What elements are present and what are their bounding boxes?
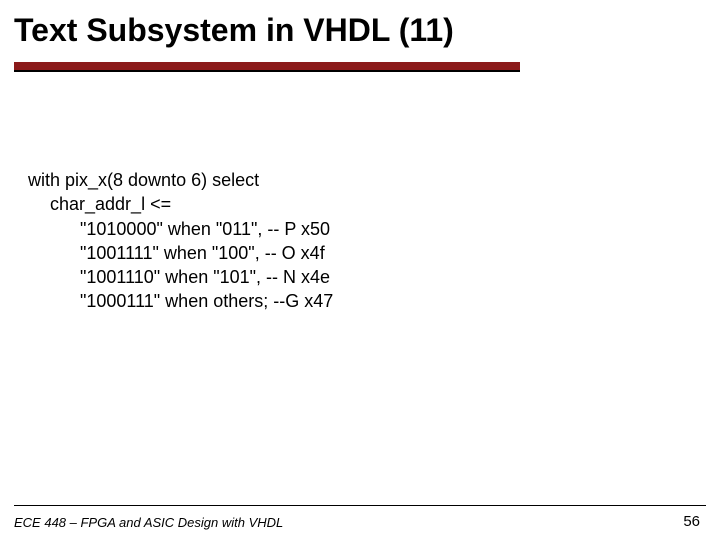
- title-underline-red: [14, 62, 520, 70]
- page-number: 56: [683, 513, 700, 530]
- code-line: "1000111" when others; --G x47: [28, 289, 333, 313]
- title-underline-black: [14, 70, 520, 72]
- footer-rule: [14, 505, 706, 506]
- code-line: "1010000" when "011", -- P x50: [28, 217, 333, 241]
- code-line: "1001111" when "100", -- O x4f: [28, 241, 333, 265]
- footer-text: ECE 448 – FPGA and ASIC Design with VHDL: [14, 515, 283, 530]
- slide: Text Subsystem in VHDL (11) with pix_x(8…: [0, 0, 720, 540]
- slide-title: Text Subsystem in VHDL (11): [0, 0, 720, 49]
- code-block: with pix_x(8 downto 6) select char_addr_…: [28, 168, 333, 314]
- code-line: char_addr_l <=: [28, 192, 333, 216]
- code-line: "1001110" when "101", -- N x4e: [28, 265, 333, 289]
- code-line: with pix_x(8 downto 6) select: [28, 168, 333, 192]
